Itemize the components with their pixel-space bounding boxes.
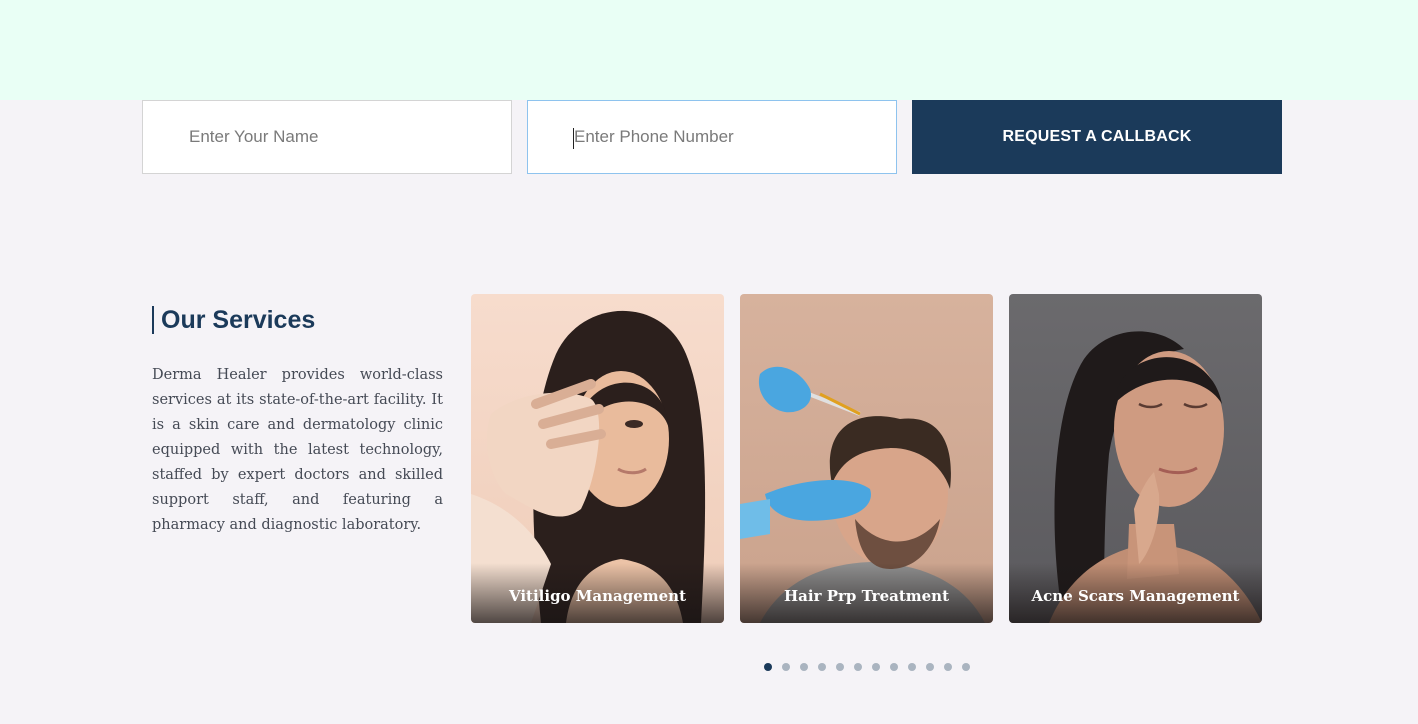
request-callback-button[interactable]: REQUEST A CALLBACK xyxy=(912,100,1282,174)
carousel-dot[interactable] xyxy=(908,663,916,671)
services-heading: Our Services xyxy=(152,306,315,334)
carousel-pagination xyxy=(764,663,970,671)
name-field-wrapper xyxy=(142,100,512,174)
services-description: Derma Healer provides world-class servic… xyxy=(152,367,443,533)
service-card-label: Vitiligo Management xyxy=(508,587,687,605)
name-input[interactable] xyxy=(143,101,511,173)
service-card-vitiligo[interactable]: Vitiligo Management xyxy=(471,294,724,623)
carousel-dot[interactable] xyxy=(962,663,970,671)
carousel-dot[interactable] xyxy=(818,663,826,671)
callback-form: REQUEST A CALLBACK xyxy=(142,100,1282,174)
carousel-dot[interactable] xyxy=(782,663,790,671)
carousel-dot[interactable] xyxy=(854,663,862,671)
service-card-hair-prp[interactable]: Hair Prp Treatment xyxy=(740,294,993,623)
carousel-dot[interactable] xyxy=(764,663,772,671)
phone-input[interactable] xyxy=(528,101,896,173)
carousel-dot[interactable] xyxy=(836,663,844,671)
text-cursor xyxy=(573,128,574,149)
service-card-acne-scars[interactable]: Acne Scars Management xyxy=(1009,294,1262,623)
carousel-dot[interactable] xyxy=(926,663,934,671)
carousel-dot[interactable] xyxy=(872,663,880,671)
carousel-dot[interactable] xyxy=(890,663,898,671)
phone-field-wrapper xyxy=(527,100,897,174)
carousel-dot[interactable] xyxy=(944,663,952,671)
top-banner-band xyxy=(0,0,1418,100)
carousel-dot[interactable] xyxy=(800,663,808,671)
service-card-label: Hair Prp Treatment xyxy=(783,587,950,605)
service-card-label: Acne Scars Management xyxy=(1031,587,1240,605)
